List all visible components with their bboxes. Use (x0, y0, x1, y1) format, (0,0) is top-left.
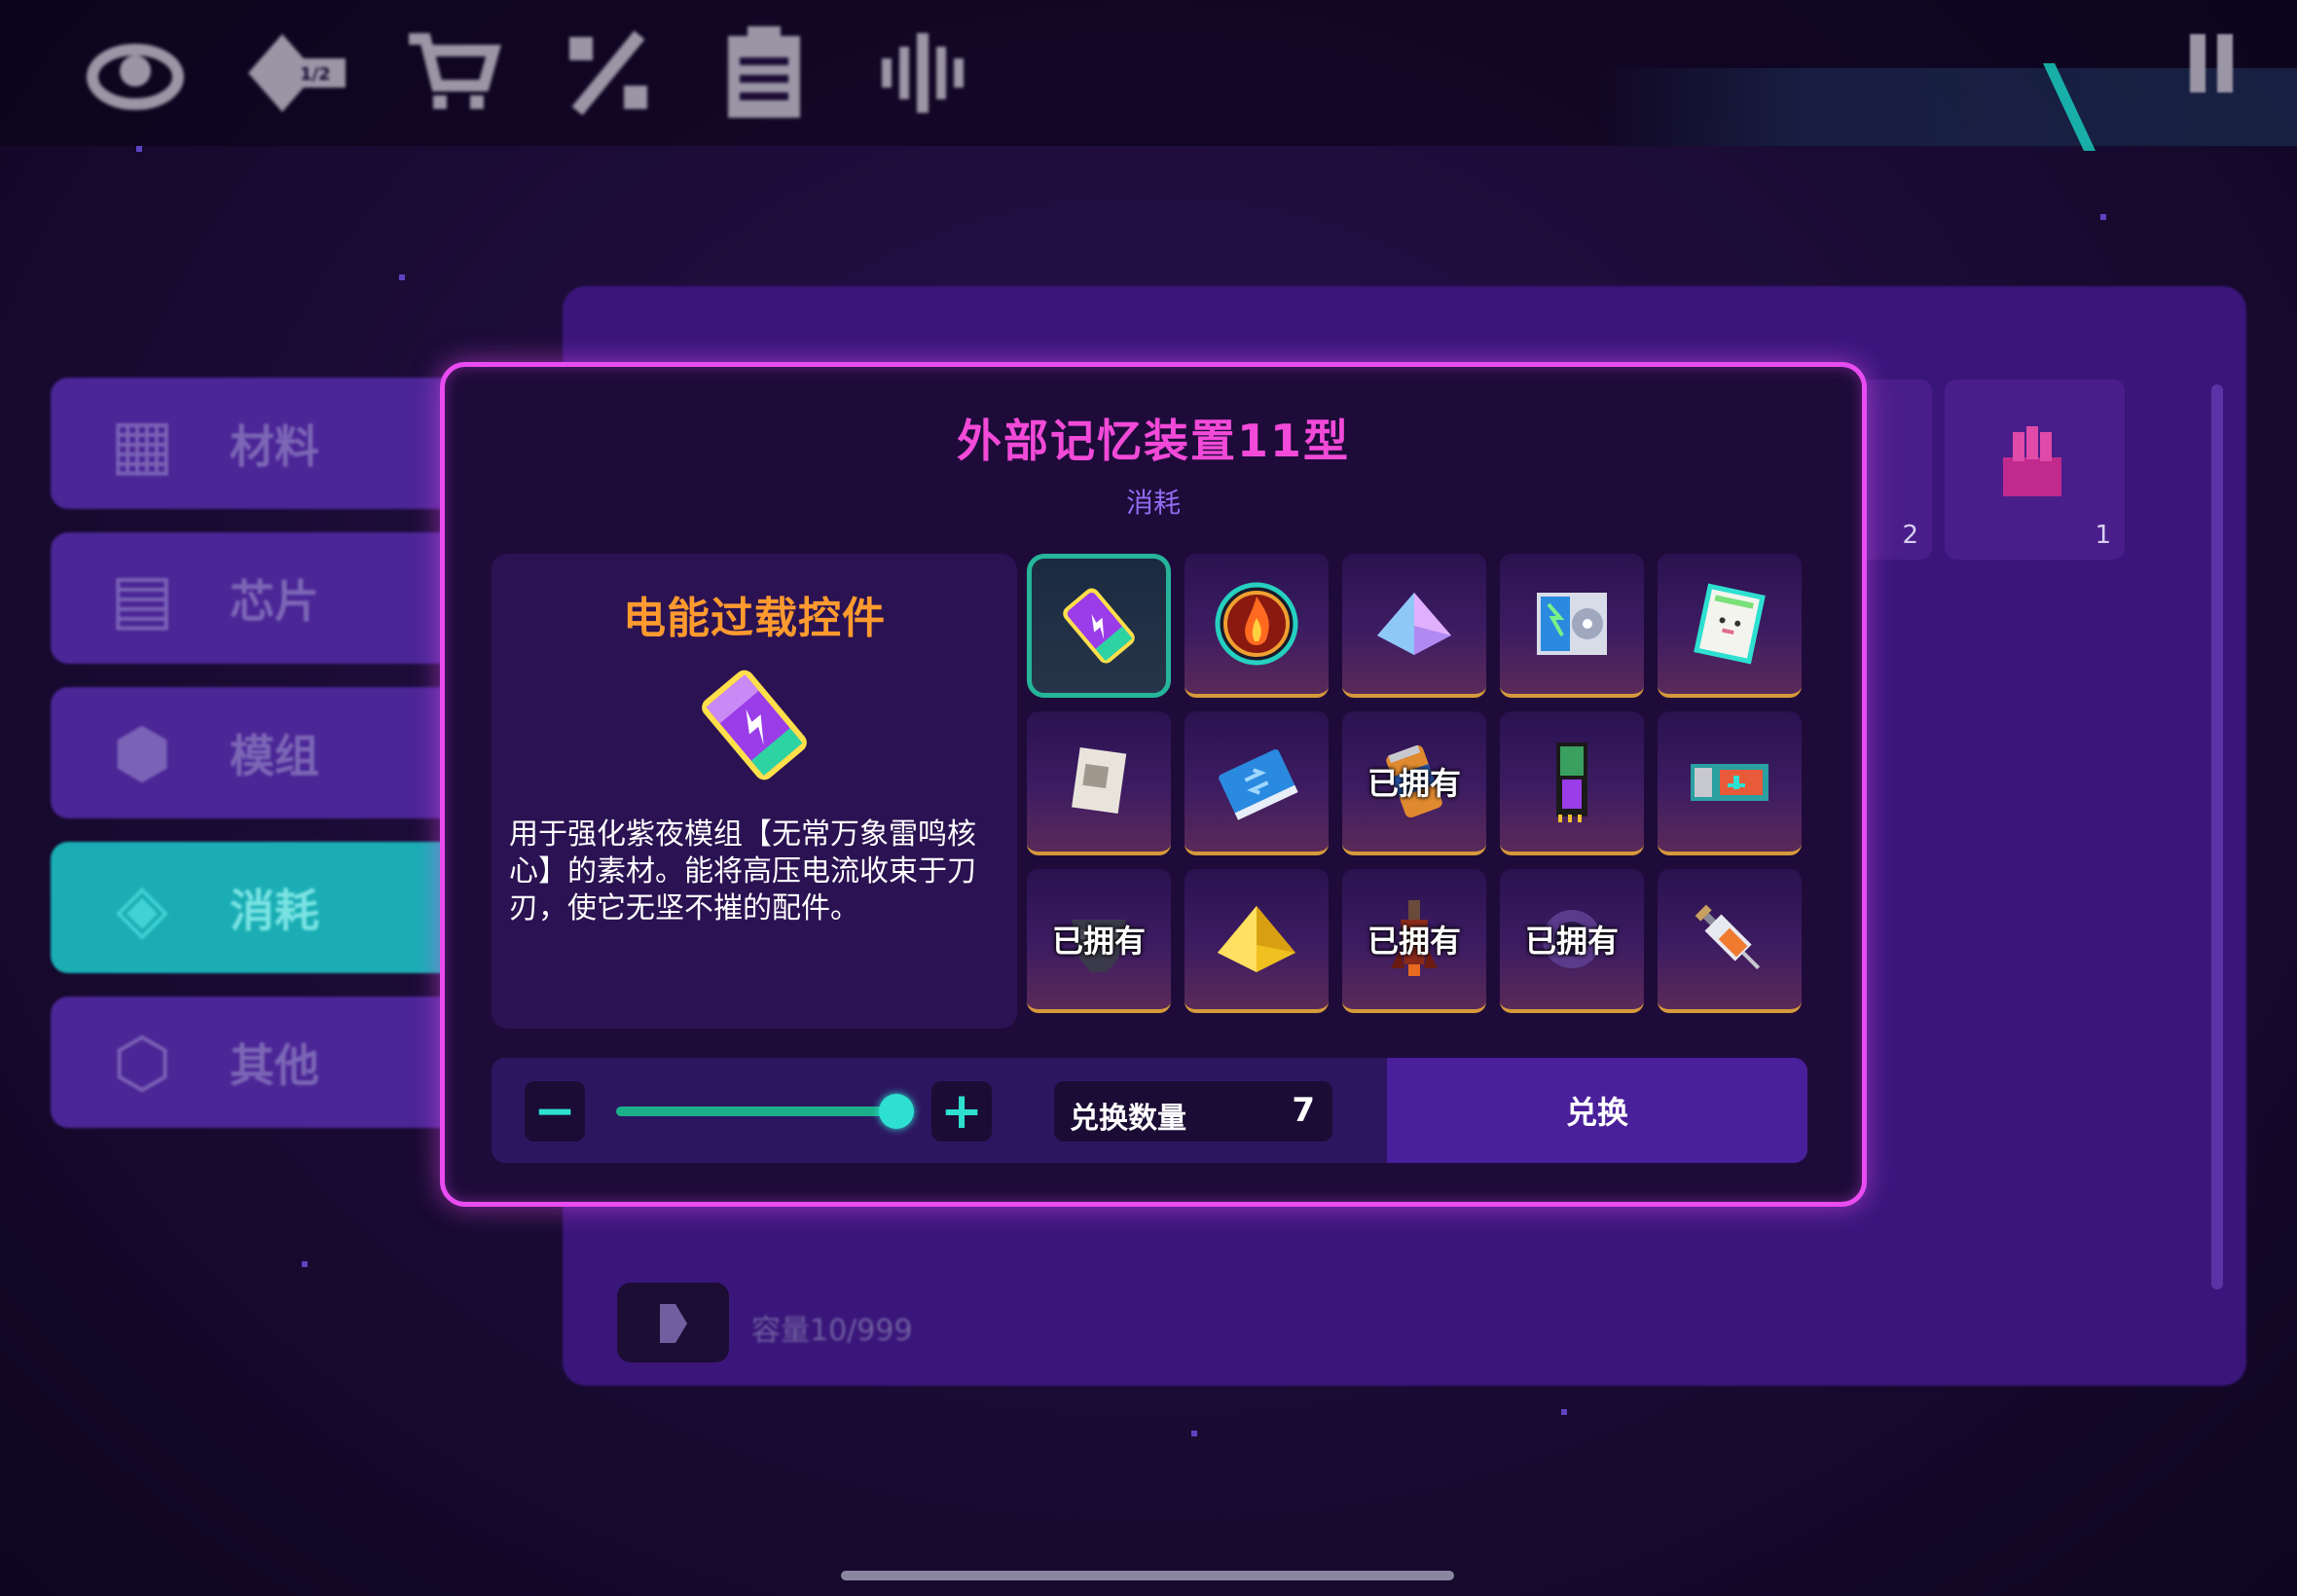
grid-item-fire-orb[interactable] (1185, 554, 1329, 698)
grid-item-rocket[interactable]: 已拥有 (1342, 869, 1486, 1013)
grid-item-crystal-pyramid[interactable] (1342, 554, 1486, 698)
grid-item-can[interactable]: 已拥有 (1342, 711, 1486, 855)
owned-label: 已拥有 (1367, 765, 1461, 802)
blue-book-icon (1219, 749, 1298, 820)
grid-item-syringe[interactable] (1658, 869, 1802, 1013)
owned-label: 已拥有 (1051, 923, 1146, 960)
star-decoration (2100, 214, 2106, 220)
cloud-icon[interactable] (82, 24, 189, 122)
owned-label: 已拥有 (1367, 923, 1461, 960)
item-description: 用于强化紫夜模组【无常万象雷鸣核心】的素材。能将高压电流收束于刀刃，使它无坚不摧… (509, 817, 976, 925)
paper-icon (1072, 746, 1127, 815)
sidebar-item-label: 其他 (230, 1038, 319, 1092)
grid-item-gold-pyramid[interactable] (1185, 869, 1329, 1013)
syringe-icon (1695, 904, 1761, 970)
sidebar-item-label: 模组 (230, 729, 319, 782)
battery-icon (702, 670, 807, 780)
grid-item-helmet[interactable]: 已拥有 (1027, 869, 1171, 1013)
star-decoration (136, 146, 142, 152)
capacity-text: 容量10/999 (751, 1314, 913, 1348)
consumable-icon: ◈ (116, 867, 168, 948)
shop-cart-icon[interactable] (399, 24, 506, 122)
inventory-slot[interactable]: 1 (1945, 380, 2125, 560)
quantity-slider-handle[interactable] (879, 1094, 914, 1129)
fire-orb-icon (1215, 582, 1298, 666)
grid-item-ticket[interactable] (1658, 711, 1802, 855)
decrease-button[interactable]: − (525, 1081, 585, 1142)
grid-item-circuit-board[interactable] (1500, 711, 1644, 855)
crystal-pyramid-icon (1377, 593, 1451, 655)
sidebar-item-other[interactable]: ⬡ 其他 (51, 997, 459, 1128)
exchange-controls: − + 兑换数量 7 兑换 (492, 1058, 1807, 1163)
exchange-button[interactable]: 兑换 (1387, 1058, 1807, 1163)
quantity-label: 兑换数量 (1070, 1102, 1186, 1136)
materials-icon: ▦ (109, 403, 175, 484)
quantity-value: 7 (1292, 1091, 1315, 1130)
sidebar-item-label: 材料 (230, 419, 319, 473)
sidebar-item-modules[interactable]: ⬢ 模组 (51, 687, 459, 818)
clipboard-icon[interactable] (711, 24, 818, 122)
grid-item-paper[interactable] (1027, 711, 1171, 855)
soundwave-icon[interactable] (871, 24, 978, 122)
dialog-title: 外部记忆装置11型 (956, 415, 1350, 467)
item-detail-panel: 电能过载控件 用于强化紫夜模组【无常万象雷鸣核心】的素材。能将高压电流收束于刀刃… (492, 554, 1017, 1029)
star-decoration (399, 274, 405, 280)
ticket-icon (1691, 764, 1768, 801)
top-bar: 1/2 (0, 0, 2297, 151)
quantity-display: 兑换数量 7 (1054, 1081, 1332, 1142)
dialog-subtitle: 消耗 (1125, 487, 1181, 519)
grid-item-battery[interactable] (1027, 554, 1171, 698)
sidebar-item-label: 芯片 (230, 574, 319, 628)
gold-pyramid-icon (1218, 906, 1295, 972)
grid-item-blue-book[interactable] (1185, 711, 1329, 855)
capacity-button[interactable] (617, 1283, 729, 1362)
item-grid: 已拥有 已拥有 已拥有 已拥有 (1027, 554, 1815, 1031)
percent-icon[interactable] (555, 24, 662, 122)
star-decoration (1561, 1409, 1567, 1415)
circuit-board-icon (1556, 743, 1587, 822)
slot-count: 2 (1902, 521, 1918, 550)
quantity-controls: − + 兑换数量 7 (492, 1058, 1387, 1163)
pause-button[interactable] (2190, 34, 2239, 92)
battery-icon (1063, 588, 1135, 664)
increase-button[interactable]: + (931, 1081, 992, 1142)
card-icon (1694, 583, 1766, 665)
sidebar-item-materials[interactable]: ▦ 材料 (51, 378, 459, 509)
disc-case-icon (1537, 593, 1607, 655)
module-icon: ⬢ (112, 712, 172, 793)
star-decoration (1191, 1431, 1197, 1436)
sidebar-item-chips[interactable]: ▤ 芯片 (51, 532, 459, 664)
owned-label: 已拥有 (1524, 923, 1619, 960)
quantity-slider-track[interactable] (616, 1106, 898, 1116)
sidebar-item-label: 消耗 (230, 884, 319, 937)
badge-icon[interactable]: 1/2 (243, 24, 350, 122)
item-name: 电能过载控件 (623, 594, 886, 643)
star-decoration (302, 1261, 308, 1267)
exchange-dialog: 外部记忆装置11型 消耗 电能过载控件 用于强化紫夜模组【无常万象雷鸣核心】的素… (440, 362, 1867, 1207)
grid-item-card[interactable] (1658, 554, 1802, 698)
other-icon: ⬡ (112, 1022, 172, 1103)
grid-item-gear-orb[interactable]: 已拥有 (1500, 869, 1644, 1013)
slot-count: 1 (2095, 521, 2111, 550)
grid-item-disc-case[interactable] (1500, 554, 1644, 698)
sidebar-item-consumables[interactable]: ◈ 消耗 (51, 842, 459, 973)
home-indicator[interactable] (841, 1571, 1454, 1580)
chip-icon: ▤ (109, 558, 175, 638)
inventory-scrollbar[interactable] (2211, 384, 2223, 1289)
svg-text:1/2: 1/2 (300, 64, 331, 85)
